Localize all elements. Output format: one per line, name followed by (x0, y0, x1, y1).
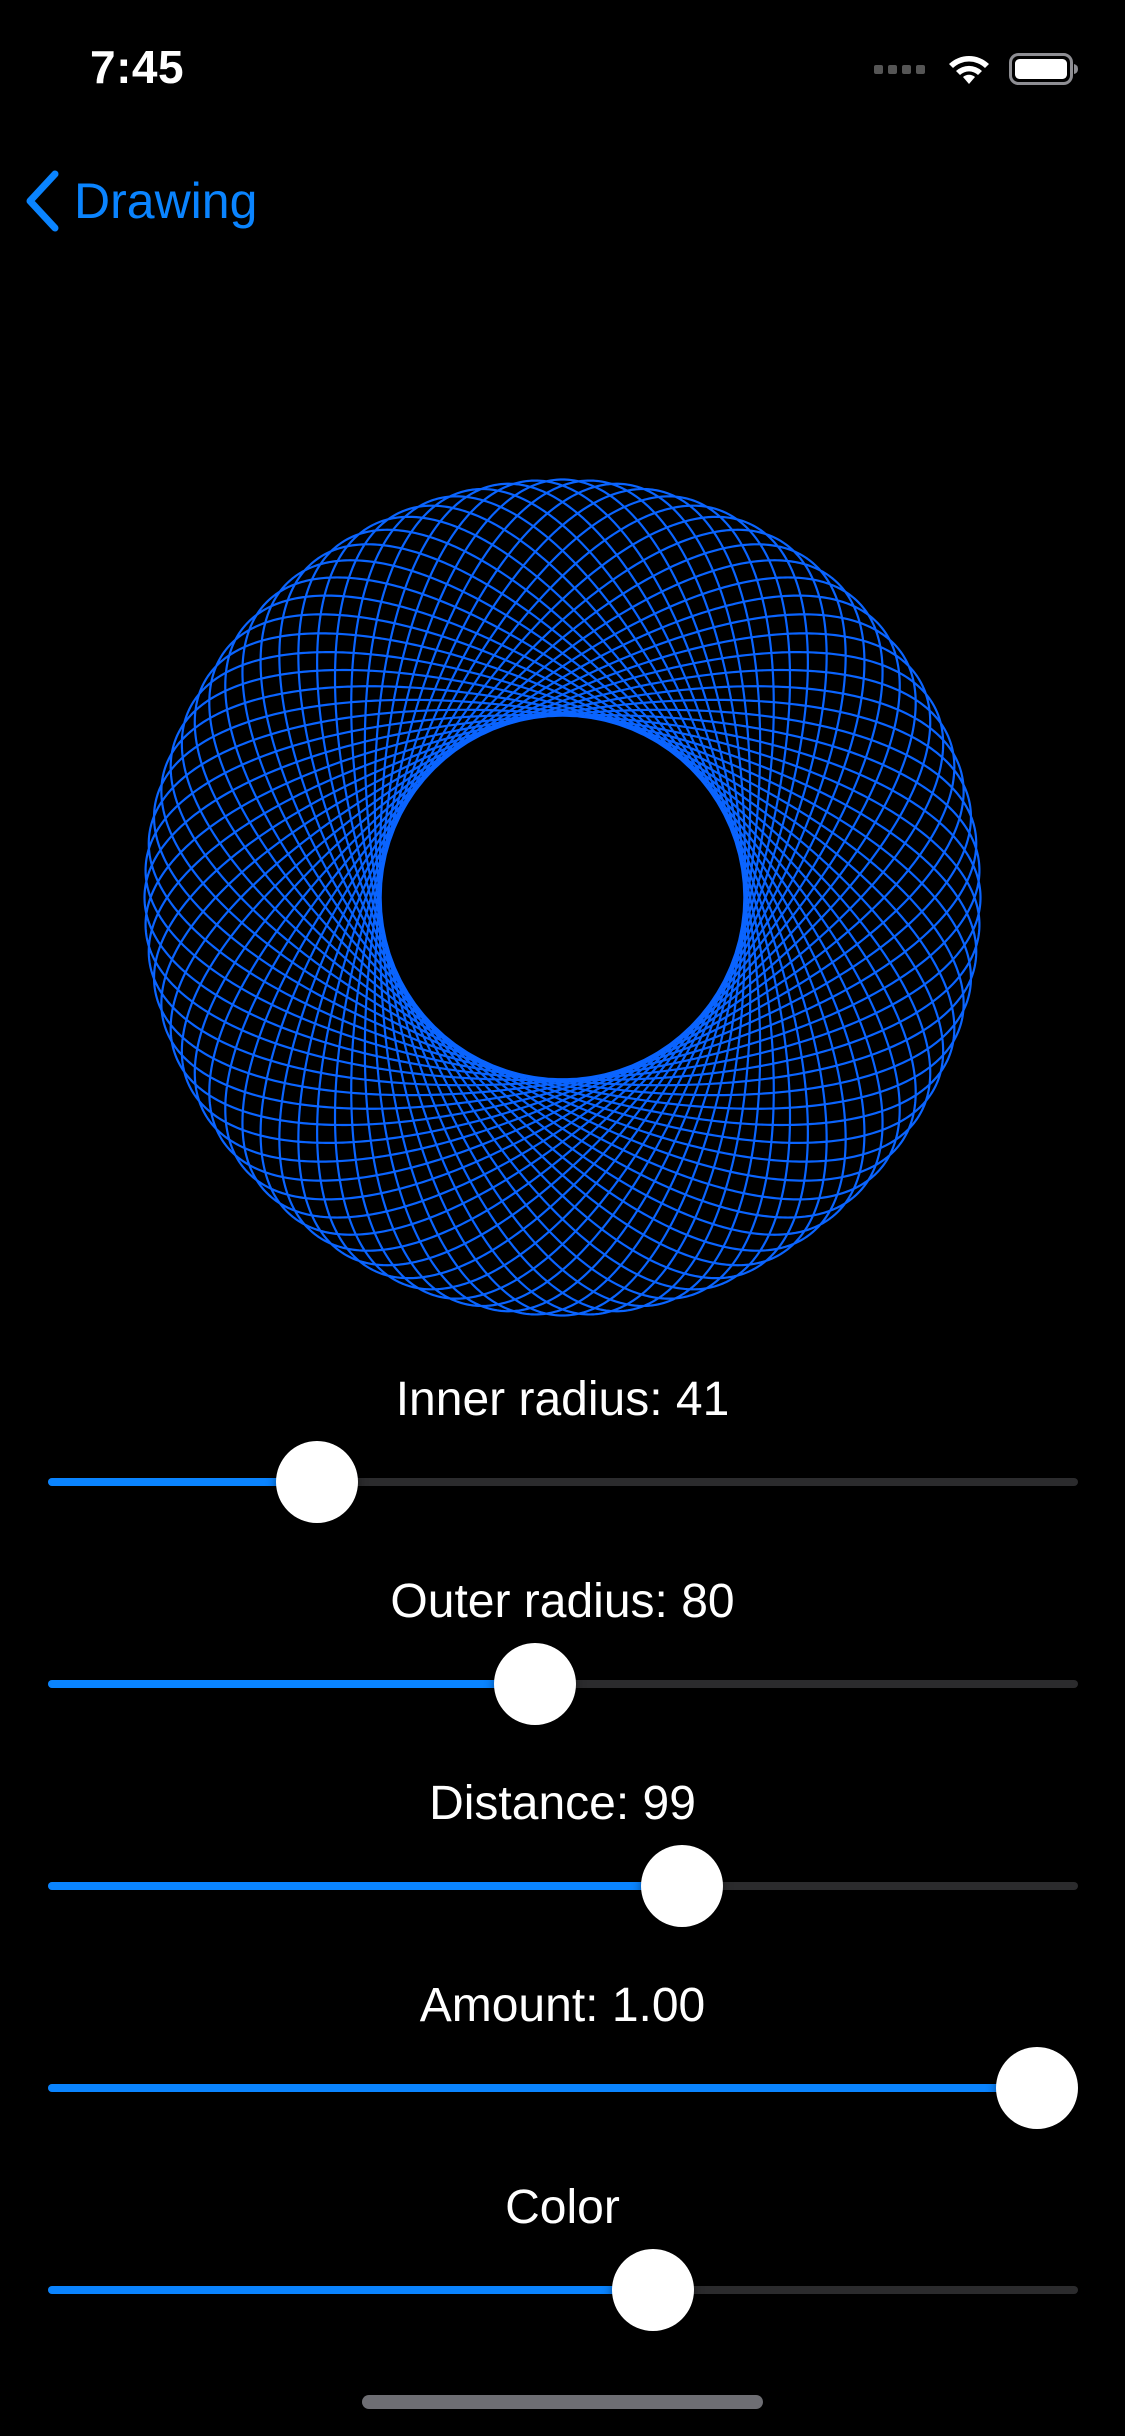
cellular-signal-icon (874, 64, 925, 74)
spirograph-curve (143, 478, 982, 1317)
wifi-icon (949, 56, 989, 84)
color-slider[interactable] (48, 2245, 1078, 2335)
outer-radius-label: Outer radius: 80 (390, 1575, 735, 1628)
slider-thumb[interactable] (612, 2249, 695, 2331)
status-bar: 7:45 (0, 0, 1125, 130)
slider-thumb[interactable] (640, 1845, 723, 1927)
distance-slider[interactable] (48, 1841, 1078, 1931)
slider-fill (48, 1680, 535, 1688)
slider-fill (48, 1882, 682, 1890)
amount-slider[interactable] (48, 2043, 1078, 2133)
outer-radius-slider[interactable] (48, 1639, 1078, 1729)
slider-thumb[interactable] (493, 1643, 576, 1725)
slider-fill (48, 2084, 1037, 2092)
spirograph-drawing (143, 478, 982, 1317)
inner-radius-slider[interactable] (48, 1437, 1078, 1527)
back-button[interactable]: Drawing (24, 166, 257, 236)
back-button-label: Drawing (74, 173, 258, 229)
color-label: Color (505, 2181, 620, 2234)
status-time: 7:45 (90, 41, 185, 93)
inner-radius-label: Inner radius: 41 (395, 1373, 730, 1426)
chevron-left-icon (26, 170, 59, 232)
status-icons (874, 52, 1079, 86)
home-indicator (362, 2395, 763, 2409)
slider-thumb[interactable] (996, 2047, 1078, 2129)
battery-icon (1009, 53, 1078, 85)
slider-fill (48, 2286, 654, 2294)
amount-label: Amount: 1.00 (419, 1979, 706, 2032)
slider-thumb[interactable] (275, 1441, 358, 1523)
distance-label: Distance: 99 (429, 1777, 696, 1830)
